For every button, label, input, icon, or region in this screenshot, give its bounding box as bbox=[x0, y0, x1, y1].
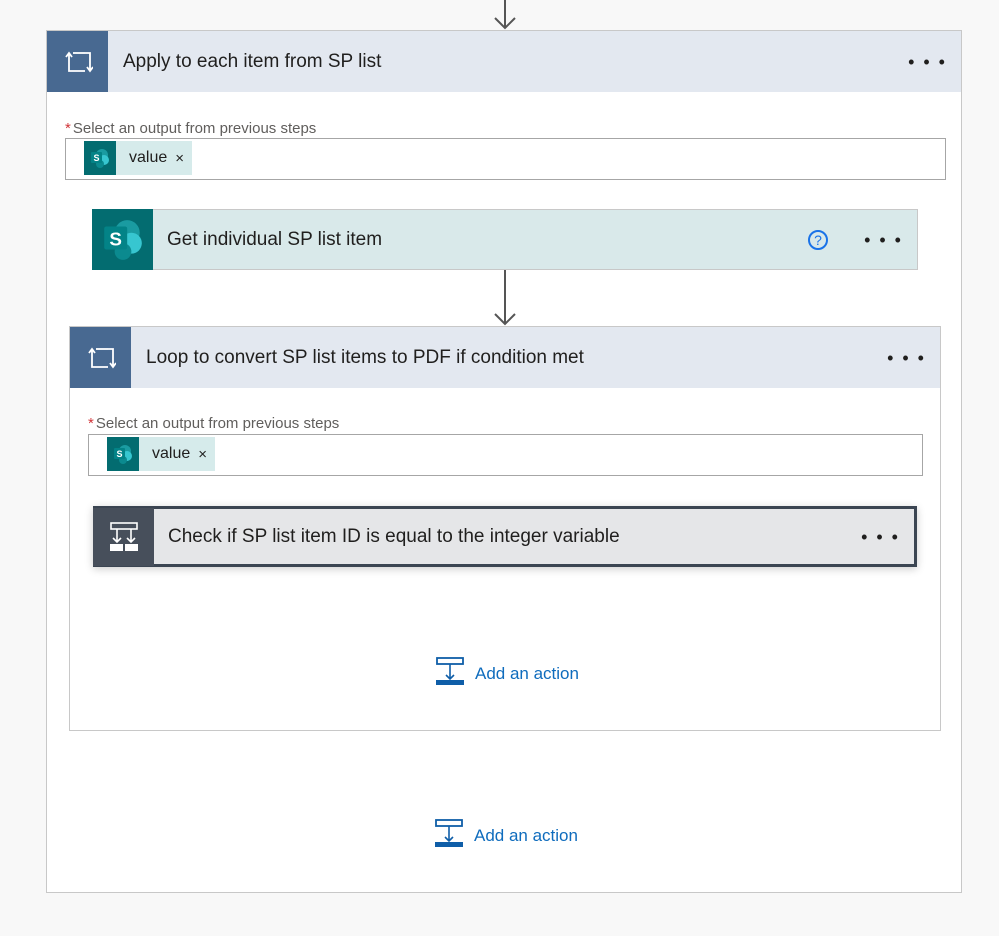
svg-text:S: S bbox=[109, 228, 122, 249]
token-value: value bbox=[129, 149, 168, 166]
add-action-icon bbox=[434, 818, 464, 853]
connector-arrow-top bbox=[492, 0, 518, 30]
remove-token-icon[interactable]: × bbox=[198, 446, 207, 463]
add-action-button-outer[interactable]: Add an action bbox=[434, 818, 578, 853]
value-token[interactable]: S value × bbox=[107, 437, 216, 471]
loop-icon bbox=[70, 327, 131, 388]
condition-card[interactable]: Check if SP list item ID is equal to the… bbox=[93, 506, 917, 567]
required-mark: * bbox=[65, 120, 71, 137]
condition-icon bbox=[93, 507, 154, 566]
add-action-icon bbox=[435, 656, 465, 691]
field-label: * Select an output from previous steps bbox=[88, 415, 339, 432]
value-token[interactable]: S value × bbox=[84, 141, 193, 175]
get-item-title: Get individual SP list item bbox=[167, 228, 383, 250]
sharepoint-icon: S bbox=[84, 141, 116, 175]
select-output-input[interactable]: S value × bbox=[65, 138, 946, 180]
svg-text:S: S bbox=[116, 449, 122, 459]
condition-title: Check if SP list item ID is equal to the… bbox=[168, 525, 620, 547]
token-value: value bbox=[152, 445, 191, 462]
add-action-button-inner[interactable]: Add an action bbox=[435, 656, 579, 691]
apply-to-each-header[interactable]: Apply to each item from SP list • • • bbox=[47, 31, 961, 92]
sharepoint-icon: S bbox=[92, 208, 153, 270]
connector-arrow-middle bbox=[492, 270, 518, 326]
more-options-icon[interactable]: • • • bbox=[908, 53, 947, 71]
select-output-input[interactable]: S value × bbox=[88, 434, 923, 476]
more-options-icon[interactable]: • • • bbox=[864, 231, 903, 249]
field-label-text: Select an output from previous steps bbox=[72, 120, 317, 137]
sharepoint-icon: S bbox=[107, 437, 139, 471]
apply-to-each-title: Apply to each item from SP list bbox=[123, 50, 382, 72]
loop-icon bbox=[47, 31, 108, 92]
more-options-icon[interactable]: • • • bbox=[861, 528, 900, 546]
svg-text:S: S bbox=[93, 153, 99, 163]
get-item-card[interactable]: S Get individual SP list item ? • • • bbox=[92, 208, 918, 270]
inner-loop-header[interactable]: Loop to convert SP list items to PDF if … bbox=[70, 327, 940, 388]
required-mark: * bbox=[88, 415, 94, 432]
more-options-icon[interactable]: • • • bbox=[887, 349, 926, 367]
help-icon[interactable]: ? bbox=[808, 229, 829, 250]
remove-token-icon[interactable]: × bbox=[175, 150, 184, 167]
inner-loop-title: Loop to convert SP list items to PDF if … bbox=[146, 346, 584, 368]
field-label-text: Select an output from previous steps bbox=[95, 415, 340, 432]
inner-loop-card: Loop to convert SP list items to PDF if … bbox=[69, 326, 941, 731]
add-action-label: Add an action bbox=[475, 663, 579, 683]
field-label: * Select an output from previous steps bbox=[65, 120, 316, 137]
add-action-label: Add an action bbox=[474, 825, 578, 845]
